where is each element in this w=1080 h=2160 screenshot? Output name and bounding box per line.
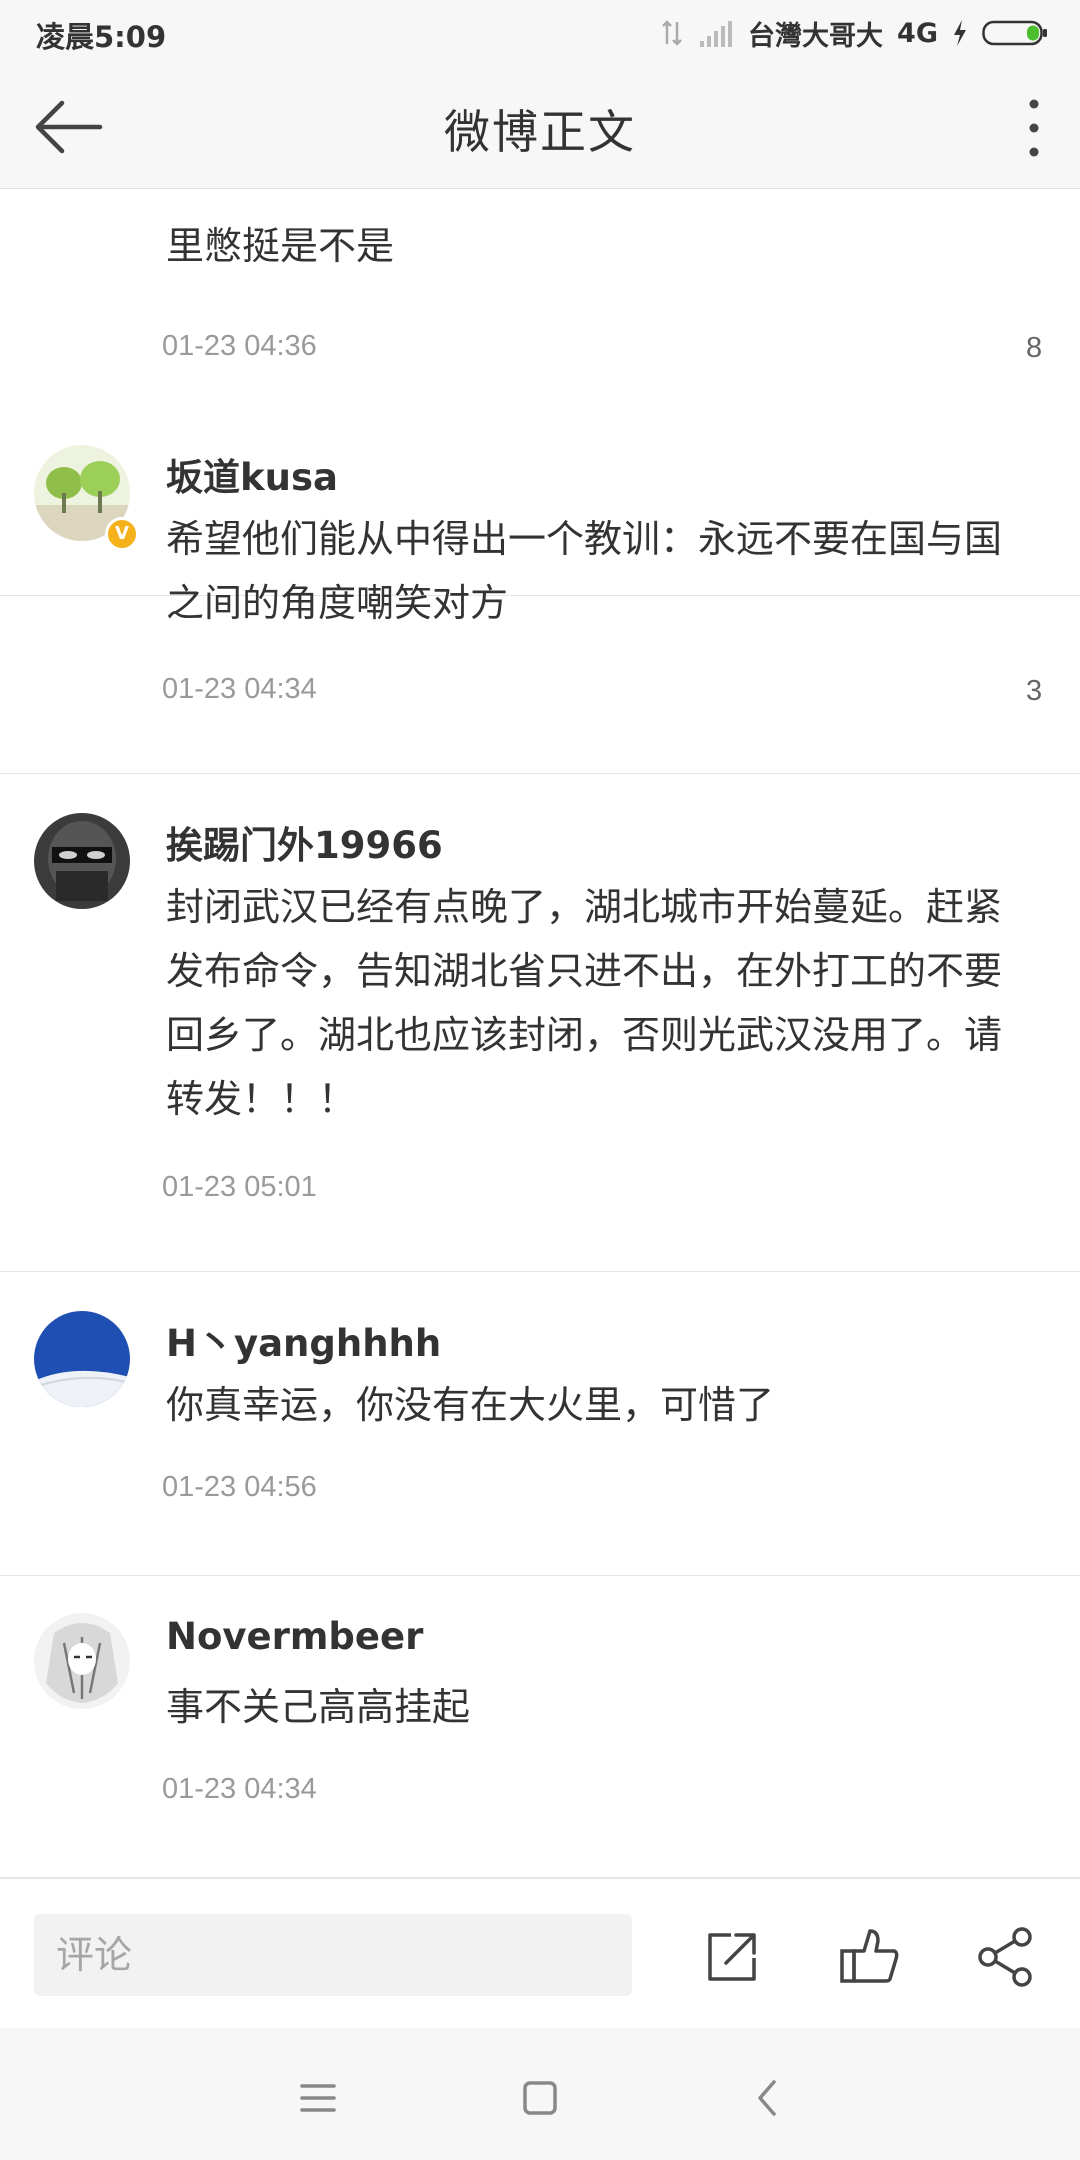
network-type: 4G — [897, 17, 938, 49]
comment-actions: 8 — [738, 320, 1048, 380]
bottom-action-bar: 评论 — [0, 1878, 1080, 2029]
share-icon[interactable] — [970, 1921, 1040, 1991]
comment-item: 挨踢门外19966 封闭武汉已经有点晚了，湖北城市开始蔓延。赶紧发布命令，告知湖… — [0, 775, 1080, 1272]
carrier-name: 台灣大哥大 — [748, 20, 884, 52]
comment-actions — [760, 1161, 1050, 1221]
signal-icon — [698, 19, 734, 47]
data-transfer-icon — [660, 18, 684, 48]
comment-username[interactable]: Novermbeer — [166, 1615, 423, 1658]
comment-text: 里憋挺是不是 — [166, 214, 1036, 278]
repost-icon[interactable] — [696, 1921, 766, 1991]
like-count: 3 — [1026, 675, 1043, 707]
avatar[interactable] — [34, 1613, 130, 1709]
avatar[interactable] — [34, 1311, 130, 1407]
more-vertical-icon[interactable] — [1014, 94, 1054, 162]
verified-badge-icon: V — [105, 517, 139, 551]
battery-icon — [982, 19, 1048, 47]
status-bar: 凌晨5:09 台灣大哥大 4G — [0, 0, 1080, 66]
comment-time: 01-23 04:34 — [162, 673, 317, 705]
system-nav-bar — [0, 2028, 1080, 2160]
comment-text: 你真幸运，你没有在大火里，可惜了 — [166, 1383, 775, 1427]
comment-item: V 坂道kusa 希望他们能从中得出一个教训：永远不要在国与国之间的角度嘲笑对方… — [0, 407, 1080, 774]
comment-username[interactable]: 挨踢门外19966 — [166, 815, 443, 869]
home-icon[interactable] — [510, 2068, 570, 2128]
comment-text: 封闭武汉已经有点晚了，湖北城市开始蔓延。赶紧发布命令，告知湖北省只进不出，在外打… — [166, 885, 1003, 1121]
comment-item: Novermbeer 事不关己高高挂起 01-23 04:34 — [0, 1575, 1080, 1878]
comment-text: 希望他们能从中得出一个教训：永远不要在国与国之间的角度嘲笑对方 — [166, 517, 1003, 625]
like-icon[interactable] — [834, 1921, 904, 1991]
title-bar: 微博正文 — [0, 66, 1080, 189]
comment-time: 01-23 04:36 — [162, 330, 317, 362]
charging-bolt-icon — [952, 19, 968, 47]
comment-actions — [760, 1763, 1050, 1823]
comment-time: 01-23 05:01 — [162, 1171, 317, 1203]
like-count: 8 — [1026, 332, 1043, 364]
comment-username[interactable]: H丶yanghhhh — [166, 1313, 441, 1367]
comment-item: H丶yanghhhh 你真幸运，你没有在大火里，可惜了 01-23 04:56 — [0, 1273, 1080, 1576]
comment-actions — [760, 1461, 1050, 1521]
comment-feed[interactable]: 里憋挺是不是 01-23 04:36 8 V 坂道kusa 希望他们能从中得出一… — [0, 188, 1080, 1878]
status-indicators: 台灣大哥大 4G — [660, 10, 1048, 56]
comment-username[interactable]: 坂道kusa — [166, 447, 338, 501]
comment-time: 01-23 04:34 — [162, 1773, 317, 1805]
back-icon[interactable] — [738, 2068, 798, 2128]
comment-time: 01-23 04:56 — [162, 1471, 317, 1503]
comment-text-body: 里憋挺是不是 — [166, 224, 395, 268]
comment-actions: 3 — [738, 663, 1048, 723]
avatar[interactable] — [34, 813, 130, 909]
comment-text: 事不关己高高挂起 — [166, 1685, 471, 1729]
page-title: 微博正文 — [444, 105, 636, 159]
status-time: 凌晨5:09 — [36, 20, 167, 54]
menu-icon[interactable] — [288, 2068, 348, 2128]
comment-input[interactable]: 评论 — [34, 1914, 632, 1996]
